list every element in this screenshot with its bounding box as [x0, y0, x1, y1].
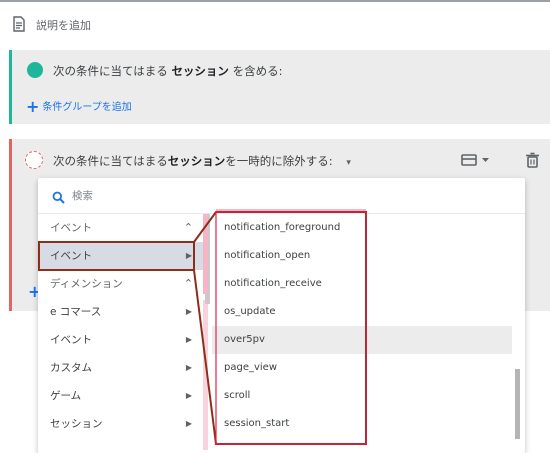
category-label: e コマース	[50, 306, 102, 318]
event-item[interactable]: notification_open	[212, 242, 512, 270]
event-list: notification_foreground notification_ope…	[212, 214, 525, 453]
plus-icon: +	[26, 97, 40, 116]
event-item[interactable]: page_view	[212, 354, 512, 382]
include-status-icon	[27, 62, 43, 78]
add-condition-group-button[interactable]: + 条件グループを追加	[26, 97, 132, 116]
category-label: カスタム	[50, 362, 92, 374]
search-input[interactable]	[72, 186, 372, 206]
exclude-scope-session: セッション	[167, 154, 226, 168]
chevron-right-icon: ▶	[185, 335, 192, 344]
annotation-highlight	[216, 209, 366, 211]
category-item-event-dimension[interactable]: イベント ▶	[38, 326, 203, 354]
chevron-right-icon: ▶	[185, 419, 192, 428]
event-list-scrollbar[interactable]	[515, 369, 520, 439]
chevron-right-icon: ▶	[185, 391, 192, 400]
document-icon	[12, 16, 26, 36]
category-label: イベント	[50, 334, 92, 346]
exclude-text-suffix: を一時的に除外する:	[225, 154, 333, 168]
annotation-highlight	[203, 214, 208, 294]
exclude-condition-heading[interactable]: 次の条件に当てはまるセッションを一時的に除外する: ▾	[53, 153, 351, 169]
category-item-custom[interactable]: カスタム ▶	[38, 354, 203, 382]
annotation-highlight	[203, 300, 208, 450]
category-item-ecommerce[interactable]: e コマース ▶	[38, 298, 203, 326]
include-scope-session: セッション	[171, 64, 229, 78]
description-row[interactable]: 説明を追加	[0, 2, 550, 46]
category-item-event[interactable]: イベント ▶	[38, 242, 203, 270]
exclude-status-icon	[25, 151, 43, 169]
chevron-right-icon: ▶	[185, 251, 192, 260]
exclude-scope-dropdown-icon[interactable]: ▾	[346, 158, 351, 168]
chevron-up-icon: ⌃	[183, 221, 193, 234]
chevron-right-icon: ▶	[185, 307, 192, 316]
search-icon	[52, 189, 65, 208]
category-label: イベント	[50, 250, 92, 262]
category-list: イベント ⌃ イベント ▶ ディメンション ⌃ e コマース ▶ イベント ▶ …	[38, 214, 203, 453]
category-header-event[interactable]: イベント ⌃	[38, 214, 203, 242]
category-label: イベント	[50, 222, 92, 234]
chevron-up-icon: ⌃	[183, 277, 193, 290]
chevron-down-icon[interactable]	[482, 158, 489, 162]
chevron-right-icon: ▶	[185, 363, 192, 372]
include-text-suffix: を含める:	[232, 64, 283, 78]
event-item[interactable]: session_start	[212, 410, 512, 438]
event-item[interactable]: scroll	[212, 382, 512, 410]
category-item-session[interactable]: セッション ▶	[38, 410, 203, 438]
event-item[interactable]: notification_receive	[212, 270, 512, 298]
event-item-hovered[interactable]: over5pv	[212, 326, 512, 354]
event-item[interactable]: os_update	[212, 298, 512, 326]
category-label: ディメンション	[50, 278, 123, 290]
trash-icon[interactable]	[526, 152, 539, 168]
add-description-label[interactable]: 説明を追加	[36, 17, 91, 33]
category-label: セッション	[50, 418, 103, 430]
exclude-card-actions	[460, 151, 550, 173]
include-condition-heading: 次の条件に当てはまる セッション を含める:	[53, 63, 282, 79]
add-condition-group-label: 条件グループを追加	[42, 102, 132, 113]
category-header-dimension[interactable]: ディメンション ⌃	[38, 270, 203, 298]
include-condition-group: 次の条件に当てはまる セッション を含める: + 条件グループを追加	[9, 50, 550, 124]
dimension-picker-dropdown: イベント ⌃ イベント ▶ ディメンション ⌃ e コマース ▶ イベント ▶ …	[38, 178, 525, 453]
include-text-prefix: 次の条件に当てはまる	[53, 64, 168, 78]
category-label: ゲーム	[50, 390, 82, 402]
exclude-text-prefix: 次の条件に当てはまる	[53, 154, 168, 168]
event-item[interactable]: notification_foreground	[212, 214, 512, 242]
category-item-game[interactable]: ゲーム ▶	[38, 382, 203, 410]
layout-menu-icon[interactable]	[461, 154, 477, 166]
